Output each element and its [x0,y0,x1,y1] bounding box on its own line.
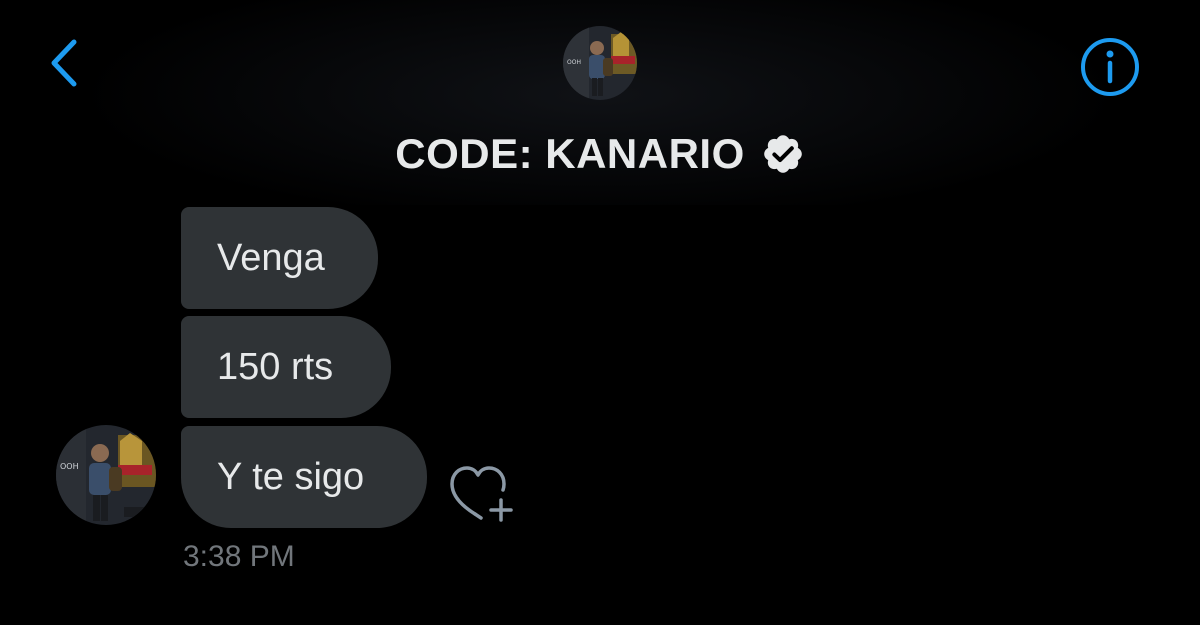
message-bubble[interactable]: Venga [181,207,378,309]
title-row: CODE: KANARIO [0,128,1200,180]
header-avatar[interactable]: OOH [563,26,637,100]
info-icon [1081,38,1139,96]
react-button[interactable] [449,462,517,524]
svg-text:OOH: OOH [60,462,79,471]
dm-conversation-screen: OOH CODE: KANARIO Venga 150 rts Y te sig… [0,0,1200,625]
conversation-title[interactable]: CODE: KANARIO [395,130,745,178]
back-button[interactable] [44,36,88,90]
svg-text:OOH: OOH [567,59,581,66]
message-text: Venga [217,236,325,279]
heart-add-icon [450,466,513,522]
message-bubble[interactable]: Y te sigo [181,426,427,528]
message-text: Y te sigo [217,455,365,498]
chevron-left-icon [51,39,77,87]
message-timestamp: 3:38 PM [183,540,295,573]
message-bubble[interactable]: 150 rts [181,316,391,418]
message-text: 150 rts [217,345,334,388]
sender-avatar[interactable]: OOH [56,425,156,525]
info-button[interactable] [1080,37,1140,97]
verified-badge-icon [761,132,805,176]
conversation-header: OOH CODE: KANARIO [0,0,1200,205]
